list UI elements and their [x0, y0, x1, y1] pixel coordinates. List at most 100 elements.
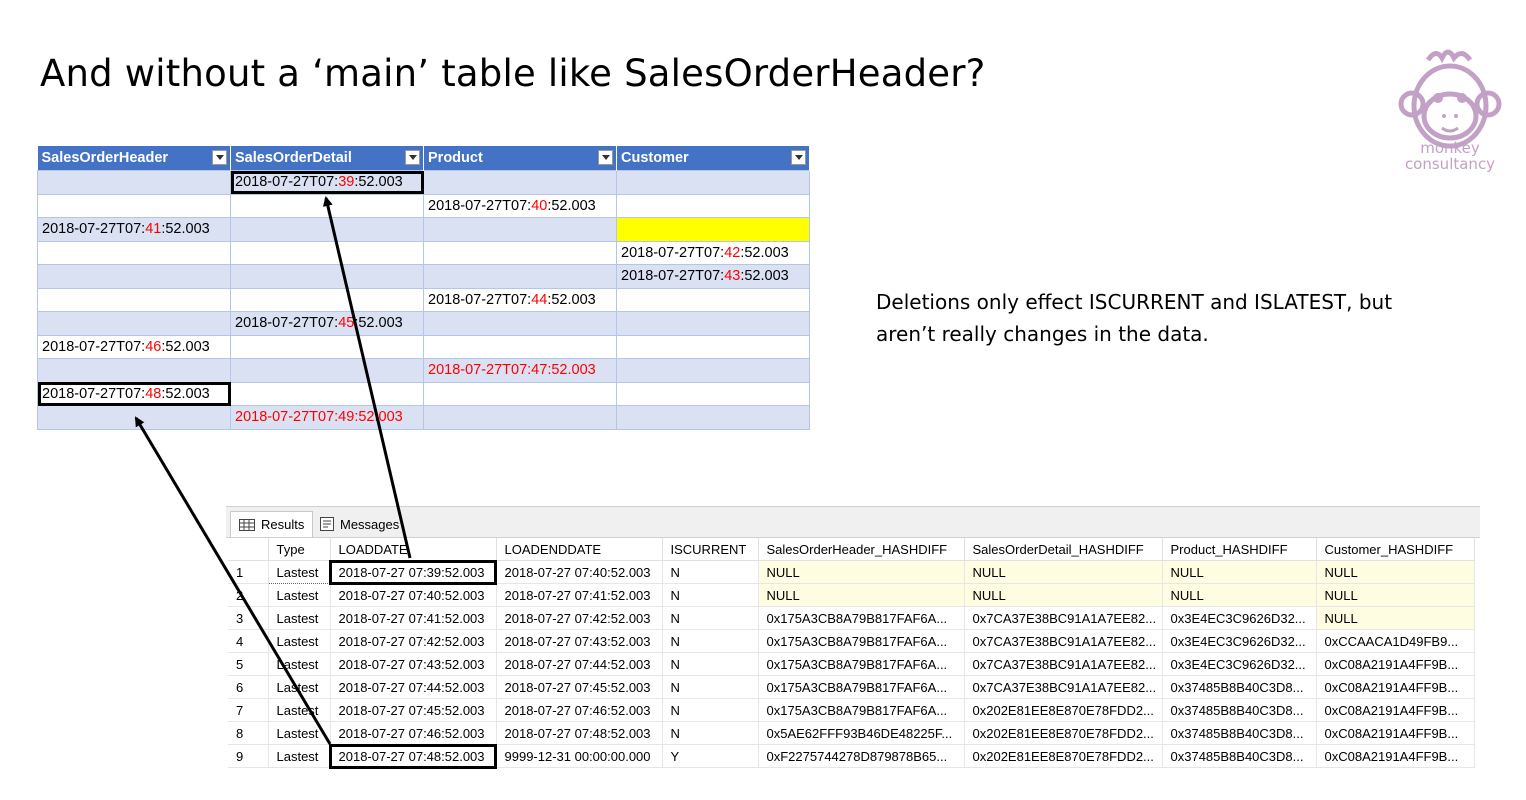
grid-cell[interactable]: Lastest	[268, 652, 331, 676]
grid-cell[interactable]: Lastest	[268, 629, 331, 653]
excel-cell-salesorderheader[interactable]	[37, 405, 231, 430]
excel-cell-product[interactable]: 2018-07-27T07:40:52.003	[423, 193, 617, 218]
excel-cell-salesorderheader[interactable]	[37, 358, 231, 383]
grid-cell[interactable]: 2018-07-27 07:45:52.003	[496, 675, 663, 699]
grid-cell[interactable]: 2018-07-27 07:40:52.003	[330, 583, 497, 607]
grid-column-header[interactable]: Type	[268, 538, 331, 561]
grid-cell[interactable]: 0xC08A2191A4FF9B...	[1316, 675, 1475, 699]
excel-cell-salesorderheader[interactable]	[37, 264, 231, 289]
excel-cell-customer[interactable]	[616, 217, 810, 242]
grid-cell[interactable]: N	[662, 583, 759, 607]
grid-cell[interactable]: Lastest	[268, 675, 331, 699]
excel-cell-salesorderdetail[interactable]: 2018-07-27T07:49:52.003	[230, 405, 424, 430]
grid-cell[interactable]: 0x175A3CB8A79B817FAF6A...	[758, 698, 965, 722]
grid-cell[interactable]: NULL	[1316, 583, 1475, 607]
grid-cell[interactable]: 0x3E4EC3C9626D32...	[1162, 629, 1317, 653]
grid-column-header[interactable]: LOADDATE	[330, 538, 497, 561]
grid-cell[interactable]: 0xC08A2191A4FF9B...	[1316, 721, 1475, 745]
excel-cell-salesorderheader[interactable]: 2018-07-27T07:48:52.003	[37, 381, 231, 406]
excel-cell-product[interactable]: 2018-07-27T07:44:52.003	[423, 287, 617, 312]
excel-cell-product[interactable]	[423, 405, 617, 430]
grid-cell[interactable]: 0xF2275744278D879878B65...	[758, 744, 965, 768]
grid-cell[interactable]: 0x175A3CB8A79B817FAF6A...	[758, 652, 965, 676]
filter-dropdown-icon[interactable]	[598, 150, 613, 165]
grid-cell[interactable]: 0x202E81EE8E870E78FDD2...	[964, 698, 1163, 722]
grid-cell[interactable]: N	[662, 698, 759, 722]
grid-cell[interactable]: 2018-07-27 07:41:52.003	[330, 606, 497, 630]
excel-cell-salesorderdetail[interactable]	[230, 358, 424, 383]
grid-cell[interactable]: N	[662, 629, 759, 653]
excel-cell-customer[interactable]	[616, 170, 810, 195]
filter-dropdown-icon[interactable]	[405, 150, 420, 165]
grid-cell[interactable]: 2018-07-27 07:43:52.003	[496, 629, 663, 653]
excel-cell-customer[interactable]	[616, 287, 810, 312]
grid-row-number[interactable]: 3	[228, 606, 269, 630]
excel-cell-salesorderheader[interactable]: 2018-07-27T07:46:52.003	[37, 334, 231, 359]
grid-cell[interactable]: Lastest	[268, 583, 331, 607]
grid-cell[interactable]: N	[662, 606, 759, 630]
excel-cell-customer[interactable]	[616, 334, 810, 359]
grid-column-header[interactable]: Customer_HASHDIFF	[1316, 538, 1475, 561]
excel-cell-salesorderheader[interactable]	[37, 170, 231, 195]
grid-cell[interactable]: 2018-07-27 07:46:52.003	[496, 698, 663, 722]
grid-cell[interactable]: 0x5AE62FFF93B46DE48225F...	[758, 721, 965, 745]
grid-cell[interactable]: 9999-12-31 00:00:00.000	[496, 744, 663, 768]
excel-cell-customer[interactable]	[616, 311, 810, 336]
grid-cell[interactable]: 0x175A3CB8A79B817FAF6A...	[758, 629, 965, 653]
grid-cell[interactable]: NULL	[964, 583, 1163, 607]
grid-cell[interactable]: 0x202E81EE8E870E78FDD2...	[964, 744, 1163, 768]
excel-cell-product[interactable]	[423, 334, 617, 359]
grid-cell[interactable]: 2018-07-27 07:44:52.003	[496, 652, 663, 676]
excel-cell-customer[interactable]	[616, 381, 810, 406]
excel-cell-salesorderdetail[interactable]	[230, 240, 424, 265]
grid-cell[interactable]: 2018-07-27 07:40:52.003	[496, 560, 663, 584]
excel-cell-product[interactable]: 2018-07-27T07:47:52.003	[423, 358, 617, 383]
grid-cell[interactable]: 0x175A3CB8A79B817FAF6A...	[758, 675, 965, 699]
filter-dropdown-icon[interactable]	[791, 150, 806, 165]
excel-cell-salesorderdetail[interactable]	[230, 287, 424, 312]
grid-cell[interactable]: 2018-07-27 07:43:52.003	[330, 652, 497, 676]
grid-cell[interactable]: 0xC08A2191A4FF9B...	[1316, 744, 1475, 768]
grid-column-header[interactable]: SalesOrderHeader_HASHDIFF	[758, 538, 965, 561]
grid-cell[interactable]: 0x3E4EC3C9626D32...	[1162, 652, 1317, 676]
excel-cell-salesorderdetail[interactable]	[230, 264, 424, 289]
grid-row-number[interactable]: 1	[228, 560, 269, 584]
grid-cell[interactable]: 2018-07-27 07:48:52.003	[496, 721, 663, 745]
grid-cell[interactable]: NULL	[1316, 606, 1475, 630]
excel-cell-product[interactable]	[423, 240, 617, 265]
grid-cell[interactable]: 2018-07-27 07:46:52.003	[330, 721, 497, 745]
excel-cell-salesorderdetail[interactable]	[230, 381, 424, 406]
grid-cell[interactable]: Lastest	[268, 744, 331, 768]
grid-row-number[interactable]: 4	[228, 629, 269, 653]
grid-cell[interactable]: 0x7CA37E38BC91A1A7EE82...	[964, 675, 1163, 699]
excel-cell-salesorderdetail[interactable]	[230, 193, 424, 218]
grid-cell[interactable]: N	[662, 721, 759, 745]
grid-cell[interactable]: N	[662, 560, 759, 584]
grid-cell[interactable]: NULL	[1316, 560, 1475, 584]
excel-cell-salesorderdetail[interactable]: 2018-07-27T07:39:52.003	[230, 170, 424, 195]
excel-cell-customer[interactable]	[616, 358, 810, 383]
excel-cell-salesorderheader[interactable]	[37, 193, 231, 218]
excel-cell-salesorderheader[interactable]	[37, 287, 231, 312]
grid-cell[interactable]: 0x7CA37E38BC91A1A7EE82...	[964, 652, 1163, 676]
grid-row-number[interactable]: 7	[228, 698, 269, 722]
excel-cell-salesorderheader[interactable]	[37, 240, 231, 265]
grid-cell[interactable]: 0x3E4EC3C9626D32...	[1162, 606, 1317, 630]
grid-column-header[interactable]	[228, 538, 269, 561]
grid-row-number[interactable]: 8	[228, 721, 269, 745]
grid-cell[interactable]: 2018-07-27 07:42:52.003	[330, 629, 497, 653]
grid-cell[interactable]: Lastest	[267, 560, 331, 584]
grid-cell[interactable]: 2018-07-27 07:41:52.003	[496, 583, 663, 607]
grid-cell[interactable]: 2018-07-27 07:42:52.003	[496, 606, 663, 630]
grid-row-number[interactable]: 9	[228, 744, 269, 768]
excel-cell-product[interactable]	[423, 170, 617, 195]
excel-cell-customer[interactable]	[616, 405, 810, 430]
grid-cell[interactable]: N	[662, 652, 759, 676]
grid-row-number[interactable]: 6	[228, 675, 269, 699]
filter-dropdown-icon[interactable]	[212, 150, 227, 165]
grid-cell[interactable]: 0xC08A2191A4FF9B...	[1316, 698, 1475, 722]
grid-cell[interactable]: 0xCCAACA1D49FB9...	[1316, 629, 1475, 653]
grid-cell[interactable]: 2018-07-27 07:45:52.003	[330, 698, 497, 722]
tab-messages[interactable]: Messages	[312, 511, 407, 537]
grid-cell[interactable]: 0x7CA37E38BC91A1A7EE82...	[964, 629, 1163, 653]
